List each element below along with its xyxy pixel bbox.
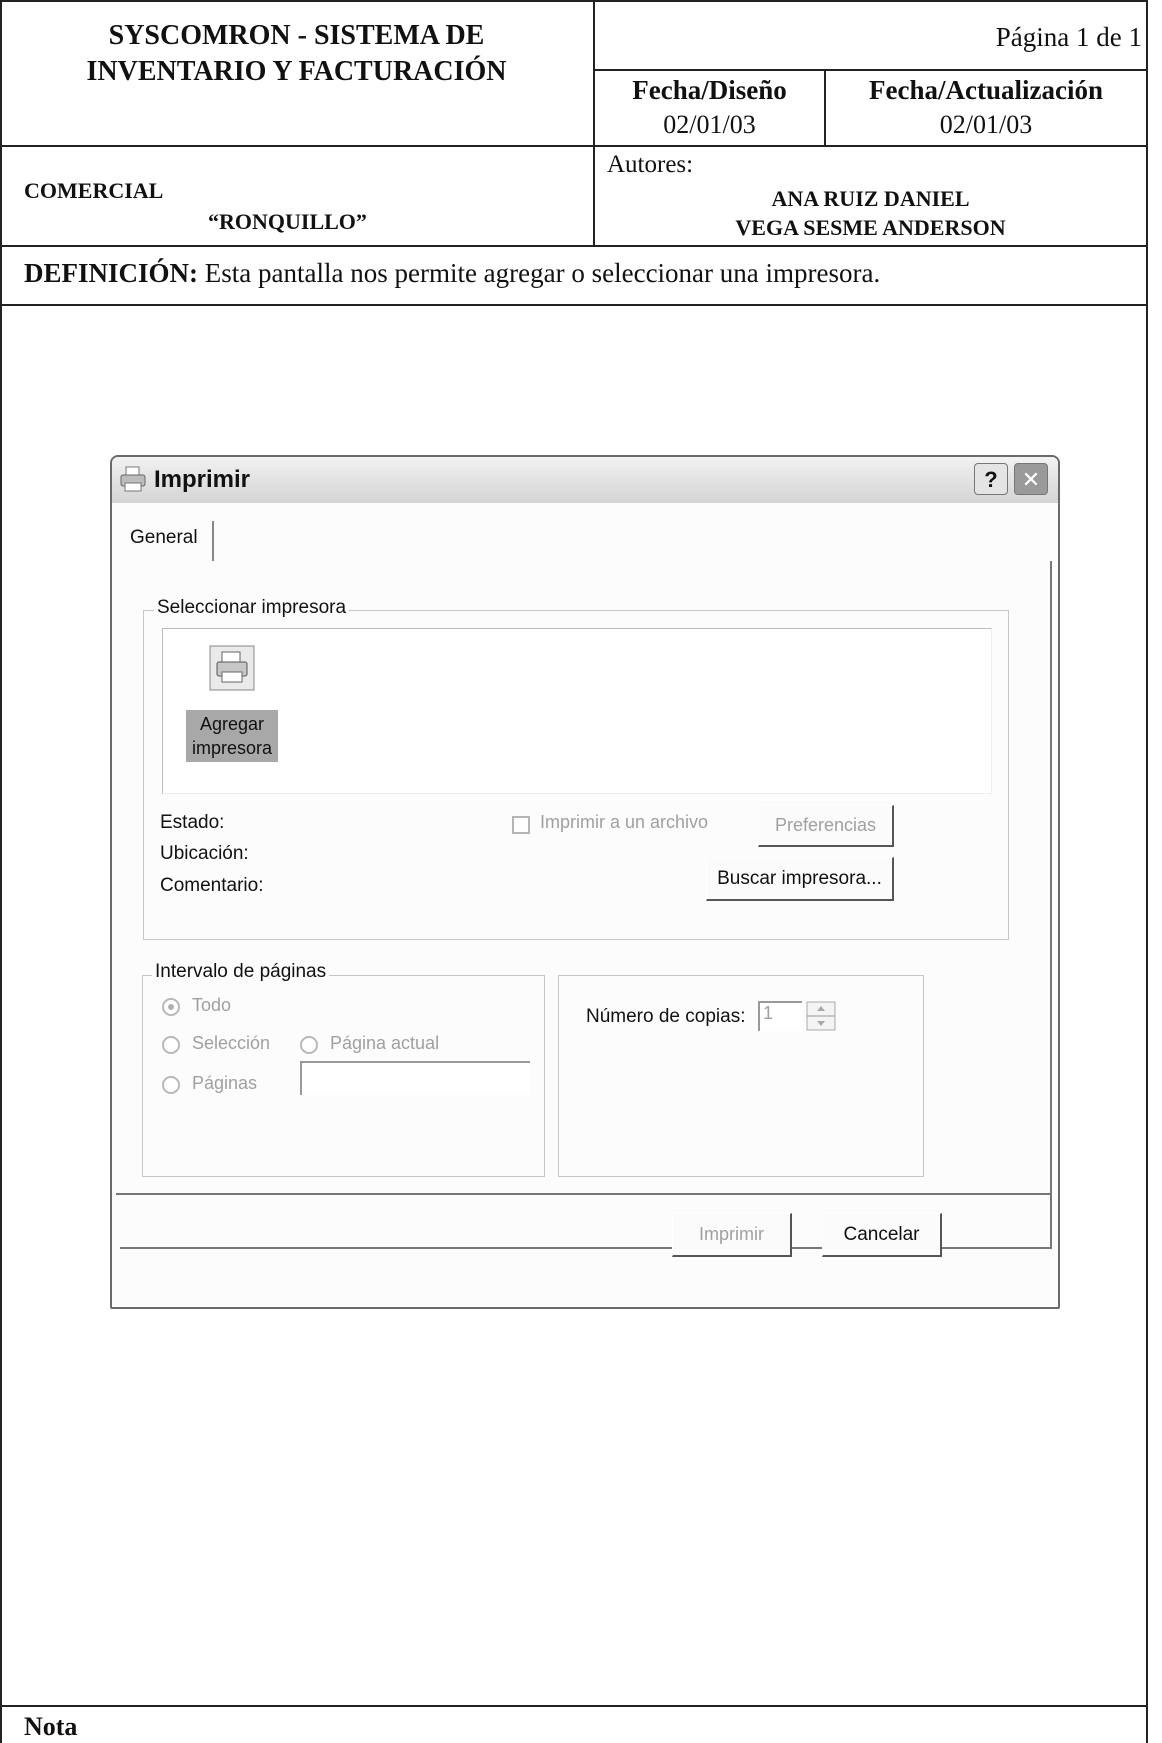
system-title: SYSCOMRON - SISTEMA DE INVENTARIO Y FACT… <box>86 20 507 87</box>
note-top-line <box>0 1705 1148 1707</box>
range-selection-label: Selección <box>192 1033 271 1053</box>
tab-right-edge <box>212 521 214 561</box>
cancel-button[interactable]: Cancelar <box>822 1213 942 1257</box>
copies-spinner[interactable] <box>806 1001 836 1031</box>
location-label: Ubicación: <box>160 843 249 864</box>
range-all-label: Todo <box>192 995 232 1015</box>
dialog-title: Imprimir <box>154 466 251 493</box>
print-dialog: Imprimir ? ✕ General Seleccionar impreso… <box>110 455 1060 1309</box>
company-line1: COMERCIAL <box>24 178 164 203</box>
page-range-legend: Intervalo de páginas <box>152 961 330 983</box>
definition-text: Esta pantalla nos permite agregar o sele… <box>198 258 881 288</box>
print-to-file-label: Imprimir a un archivo <box>540 812 709 832</box>
company-line2: “RONQUILLO” <box>208 209 367 234</box>
authors-label: Autores: <box>607 151 694 178</box>
range-pages-label: Páginas <box>192 1073 258 1093</box>
design-date-label: Fecha/Diseño <box>632 75 787 105</box>
find-printer-button[interactable]: Buscar impresora... <box>706 857 894 901</box>
add-printer-icon[interactable] <box>208 644 256 692</box>
update-date-label: Fecha/Actualización <box>869 75 1103 105</box>
frame-left-border <box>0 0 2 1743</box>
range-all-radio[interactable] <box>162 998 180 1016</box>
range-selection-radio[interactable] <box>162 1036 180 1054</box>
printer-icon <box>118 465 148 493</box>
definition-bottom-line <box>0 304 1148 306</box>
add-printer-label[interactable]: Agregar impresora <box>186 710 278 762</box>
header-bottom-line <box>0 245 1148 247</box>
tab-general[interactable]: General <box>130 527 198 549</box>
author-1: ANA RUIZ DANIEL <box>771 186 970 211</box>
pages-input[interactable] <box>300 1061 530 1095</box>
frame-top-border <box>0 0 1148 2</box>
frame-right-border <box>1146 0 1148 1743</box>
preferences-button[interactable]: Preferencias <box>758 805 894 847</box>
add-printer-label-line2: impresora <box>191 738 273 758</box>
date-row-top-line <box>593 69 1148 71</box>
definition-label: DEFINICIÓN: <box>24 258 199 288</box>
range-current-page-label: Página actual <box>330 1033 440 1053</box>
select-printer-legend: Seleccionar impresora <box>154 597 350 619</box>
note-label: Nota <box>24 1712 78 1741</box>
range-pages-radio[interactable] <box>162 1076 180 1094</box>
range-current-page-radio[interactable] <box>300 1036 318 1054</box>
design-date: 02/01/03 <box>663 110 756 139</box>
definition-line: DEFINICIÓN: Esta pantalla nos permite ag… <box>24 258 880 289</box>
dialog-footer-separator <box>116 1193 1052 1195</box>
close-button[interactable]: ✕ <box>1014 463 1048 495</box>
status-label: Estado: <box>160 812 225 833</box>
print-to-file-checkbox[interactable] <box>512 816 530 834</box>
header-row-divider <box>0 145 1148 147</box>
help-button[interactable]: ? <box>974 463 1008 495</box>
copies-label: Número de copias: <box>586 1006 746 1027</box>
dialog-titlebar: Imprimir ? ✕ <box>112 457 1058 503</box>
print-button[interactable]: Imprimir <box>672 1213 792 1257</box>
author-2: VEGA SESME ANDERSON <box>735 215 1006 240</box>
update-date: 02/01/03 <box>939 110 1033 139</box>
comment-label: Comentario: <box>160 875 264 896</box>
page-number: Página 1 de 1 <box>995 22 1142 52</box>
printer-list[interactable] <box>162 628 992 794</box>
add-printer-label-line1: Agregar <box>199 714 265 734</box>
copies-input[interactable]: 1 <box>758 1001 802 1031</box>
